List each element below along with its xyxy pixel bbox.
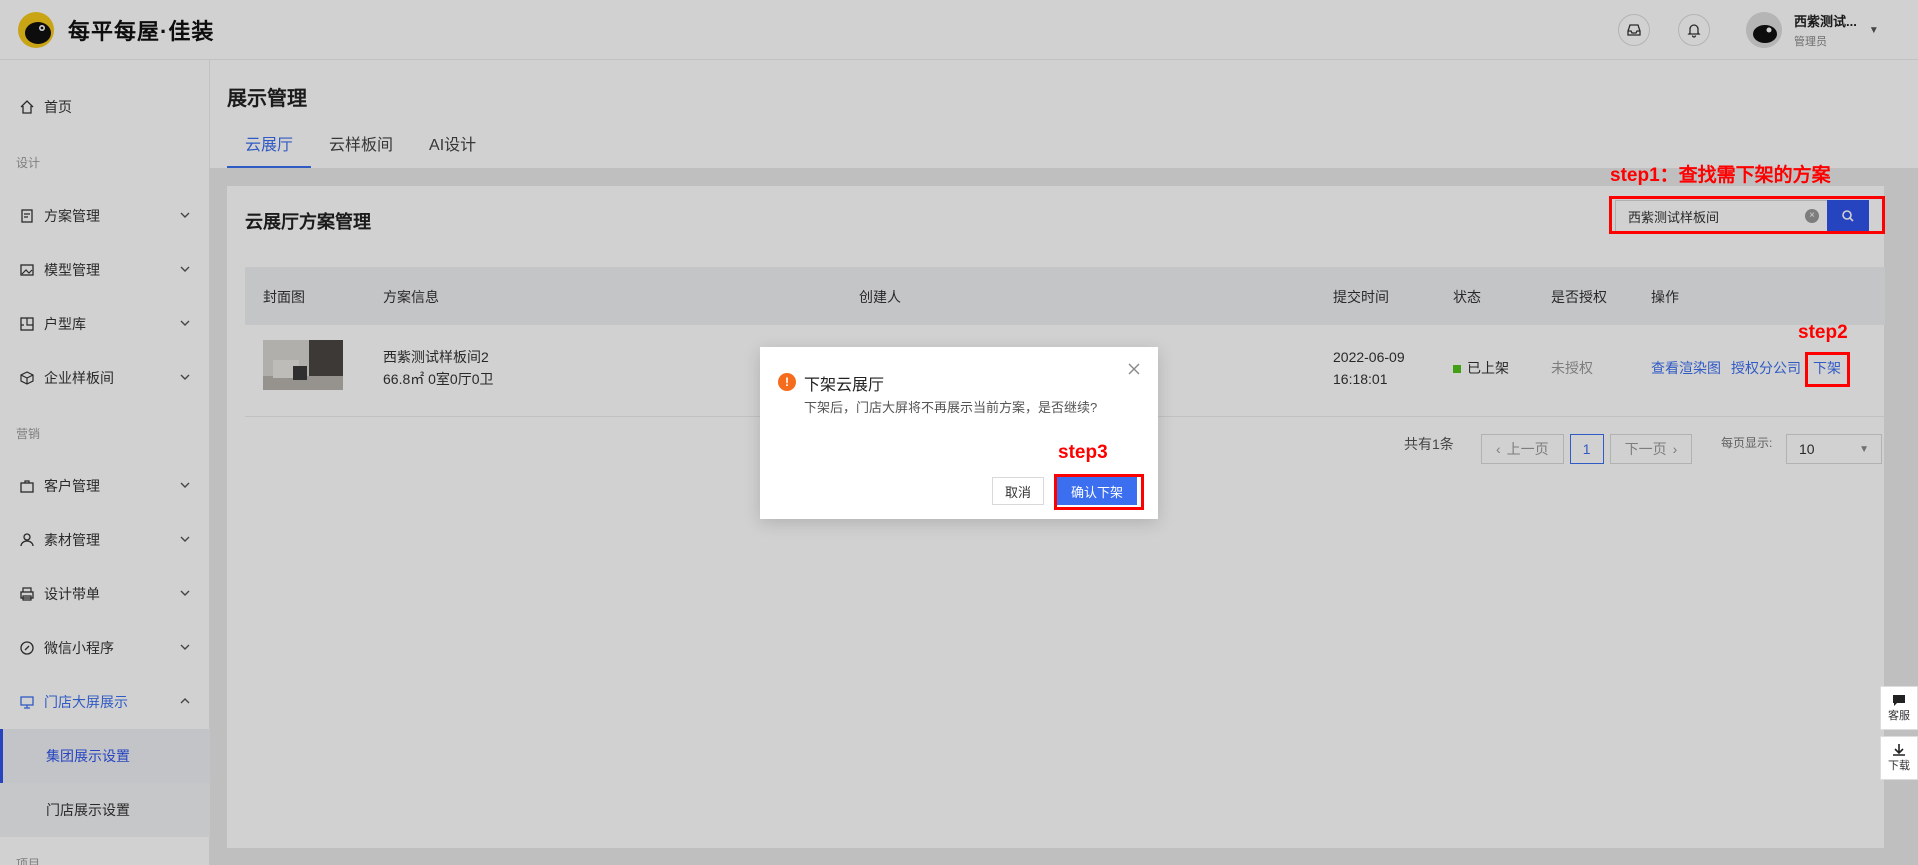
- close-icon[interactable]: [1126, 361, 1142, 377]
- annotation-box-unlist: [1805, 352, 1850, 387]
- warning-icon: !: [778, 373, 796, 391]
- customer-service-label: 客服: [1888, 710, 1910, 722]
- dialog-title: 下架云展厅: [804, 377, 885, 394]
- download-label: 下载: [1888, 760, 1910, 772]
- dialog-body: 下架后，门店大屏将不再展示当前方案，是否继续?: [804, 400, 1098, 415]
- customer-service-button[interactable]: 客服: [1880, 686, 1918, 730]
- download-icon: [1893, 744, 1905, 756]
- annotation-step3: step3: [1058, 442, 1108, 463]
- chat-icon: [1893, 695, 1905, 706]
- annotation-step2: step2: [1798, 322, 1848, 343]
- cancel-button[interactable]: 取消: [992, 477, 1044, 505]
- annotation-box-confirm: [1054, 474, 1144, 510]
- download-button[interactable]: 下载: [1880, 736, 1918, 780]
- annotation-step1: step1：查找需下架的方案: [1610, 165, 1831, 186]
- annotation-box-search: [1609, 196, 1885, 234]
